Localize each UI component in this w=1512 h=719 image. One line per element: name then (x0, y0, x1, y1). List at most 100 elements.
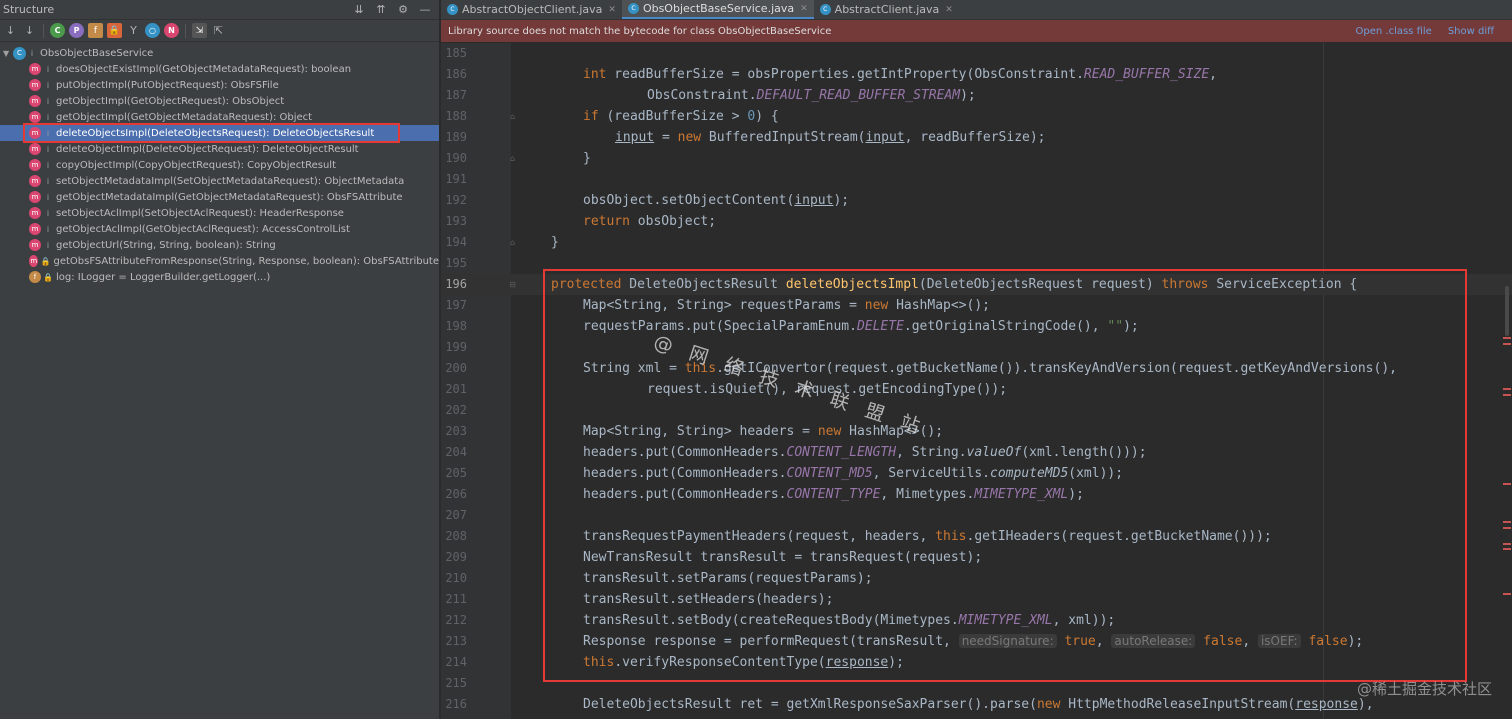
tree-item-label: setObjectAclImpl(SetObjectAclRequest): H… (56, 207, 344, 219)
tab-obs-object-base-service[interactable]: C ObsObjectBaseService.java ✕ (621, 0, 814, 19)
lambda-icon[interactable]: Y (126, 23, 141, 38)
show-non-public-icon[interactable]: 🔒 (107, 23, 122, 38)
tree-item-label: getObsFSAttributeFromResponse(String, Re… (53, 255, 439, 267)
code-editor[interactable]: 185 186 int readBufferSize = obsProperti… (441, 43, 1512, 719)
code-text: input = new BufferedInputStream(input, r… (615, 130, 1046, 145)
chevron-down-icon[interactable]: ▼ (3, 49, 13, 58)
line-number: 190 (445, 151, 467, 165)
anonymous-classes-icon[interactable]: ○ (145, 23, 160, 38)
tree-method-item[interactable]: m ⅰ setObjectMetadataImpl(SetObjectMetadat… (0, 173, 439, 189)
method-icon: m (29, 207, 41, 219)
sort-visibility-icon[interactable]: ↓ (22, 23, 37, 38)
code-line: 209 NewTransResult transResult = transRe… (441, 547, 1512, 568)
code-text: request.isQuiet(), request.getEncodingTy… (647, 382, 1008, 397)
line-number: 209 (445, 550, 467, 564)
code-text: return obsObject; (583, 214, 717, 229)
code-line: 205 headers.put(CommonHeaders.CONTENT_MD… (441, 463, 1512, 484)
tree-method-item[interactable]: m ⅰ deleteObjectImpl(DeleteObjectRequest):… (0, 141, 439, 157)
error-marker[interactable] (1503, 394, 1511, 396)
code-line: 202 (441, 400, 1512, 421)
line-number: 212 (445, 613, 467, 627)
line-number: 210 (445, 571, 467, 585)
error-marker[interactable] (1503, 521, 1511, 523)
scrollbar-thumb[interactable] (1505, 286, 1509, 336)
properties-icon[interactable]: P (69, 23, 84, 38)
tree-method-item[interactable]: m ⅰ getObjectAclImpl(GetObjectAclRequest):… (0, 221, 439, 237)
method-icon: m (29, 143, 41, 155)
tab-abstract-client[interactable]: C AbstractClient.java ✕ (814, 0, 959, 19)
close-icon[interactable]: ✕ (608, 5, 616, 15)
private-lock-icon: 🔒 (40, 256, 51, 266)
tree-item-label: getObjectImpl(GetObjectMetadataRequest):… (56, 111, 313, 123)
code-line: 192 obsObject.setObjectContent(input); (441, 190, 1512, 211)
line-number: 198 (445, 319, 467, 333)
line-number: 197 (445, 298, 467, 312)
open-class-file-link[interactable]: Open .class file (1356, 26, 1432, 37)
java-class-icon: C (447, 4, 458, 15)
line-number: 185 (445, 46, 467, 60)
error-marker[interactable] (1503, 593, 1511, 595)
show-fields-icon[interactable]: f (88, 23, 103, 38)
tree-field-item[interactable]: f 🔒 log: ILogger = LoggerBuilder.getLogger… (0, 269, 439, 285)
tree-method-item[interactable]: m ⅰ getObjectImpl(GetObjectMetadataRequest… (0, 109, 439, 125)
tree-method-item[interactable]: m 🔒 getObsFSAttributeFromResponse(String, … (0, 253, 439, 269)
close-icon[interactable]: ✕ (800, 4, 808, 14)
banner-message: Library source does not match the byteco… (448, 25, 832, 37)
tree-method-item[interactable]: m ⅰ getObjectUrl(String, String, boolean):… (0, 237, 439, 253)
autoscroll-to-source-icon[interactable]: ⇲ (192, 23, 207, 38)
minimize-icon[interactable]: — (417, 2, 433, 18)
close-icon[interactable]: ✕ (945, 5, 953, 15)
gear-icon[interactable]: ⚙ (395, 2, 411, 18)
public-visibility-icon: ⅰ (46, 208, 50, 218)
tab-label: AbstractClient.java (834, 3, 940, 16)
tree-root-class[interactable]: ▼ C ⅰ ObsObjectBaseService (0, 45, 439, 61)
line-number: 196 (445, 277, 467, 291)
code-line: 204 headers.put(CommonHeaders.CONTENT_LE… (441, 442, 1512, 463)
code-line: 199 (441, 337, 1512, 358)
collapse-all-icon[interactable]: ⇈ (373, 2, 389, 18)
inherited-icon[interactable]: C (50, 23, 65, 38)
error-stripe[interactable] (1502, 43, 1512, 719)
show-diff-link[interactable]: Show diff (1448, 26, 1494, 37)
line-number: 189 (445, 130, 467, 144)
code-line: 214 this.verifyResponseContentType(respo… (441, 652, 1512, 673)
code-text: Response response = performRequest(trans… (583, 634, 1364, 649)
param-hint: isOEF: (1257, 634, 1301, 648)
code-line: 210 transResult.setParams(requestParams)… (441, 568, 1512, 589)
tree-method-item[interactable]: m ⅰ putObjectImpl(PutObjectRequest): ObsFS… (0, 77, 439, 93)
fold-icon[interactable]: ⊟ (508, 279, 517, 290)
editor-tabs: C AbstractObjectClient.java ✕ C ObsObjec… (441, 0, 1512, 20)
code-text: Map<String, String> requestParams = new … (583, 298, 990, 313)
autoscroll-from-source-icon[interactable]: ⇱ (211, 23, 226, 38)
error-marker[interactable] (1503, 527, 1511, 529)
java-class-icon: C (819, 4, 831, 15)
error-marker[interactable] (1503, 483, 1511, 485)
expand-all-icon[interactable]: ⇊ (351, 2, 367, 18)
fold-icon[interactable]: ⌂ (508, 111, 517, 122)
error-marker[interactable] (1503, 543, 1511, 545)
java-class-icon: C (627, 3, 639, 14)
tree-method-item[interactable]: m ⅰ copyObjectImpl(CopyObjectRequest): Cop… (0, 157, 439, 173)
code-text: transResult.setBody(createRequestBody(Mi… (583, 613, 1116, 628)
tree-method-item[interactable]: m ⅰ doesObjectExistImpl(GetObjectMetadataR… (0, 61, 439, 77)
public-visibility-icon: ⅰ (46, 224, 50, 234)
navigate-icon[interactable]: N (164, 23, 179, 38)
field-icon: f (29, 271, 41, 283)
sort-alpha-icon[interactable]: ↓ (3, 23, 18, 38)
error-marker[interactable] (1503, 337, 1511, 339)
code-text: Map<String, String> headers = new HashMa… (583, 424, 944, 439)
tree-method-item[interactable]: m ⅰ setObjectAclImpl(SetObjectAclRequest):… (0, 205, 439, 221)
fold-icon[interactable]: ⌂ (508, 153, 517, 164)
source-mismatch-banner: Library source does not match the byteco… (441, 20, 1512, 42)
line-number: 187 (445, 88, 467, 102)
tree-method-item[interactable]: m ⅰ deleteObjectsImpl(DeleteObjectsRequest… (0, 125, 439, 141)
error-marker[interactable] (1503, 343, 1511, 345)
tab-abstract-object-client[interactable]: C AbstractObjectClient.java ✕ (441, 0, 622, 19)
error-marker[interactable] (1503, 548, 1511, 550)
tree-method-item[interactable]: m ⅰ getObjectImpl(GetObjectRequest): ObsOb… (0, 93, 439, 109)
method-icon: m (29, 159, 41, 171)
error-marker[interactable] (1503, 388, 1511, 390)
public-visibility-icon: ⅰ (46, 96, 50, 106)
fold-icon[interactable]: ⌂ (508, 237, 517, 248)
tree-method-item[interactable]: m ⅰ getObjectMetadataImpl(GetObjectMetadat… (0, 189, 439, 205)
